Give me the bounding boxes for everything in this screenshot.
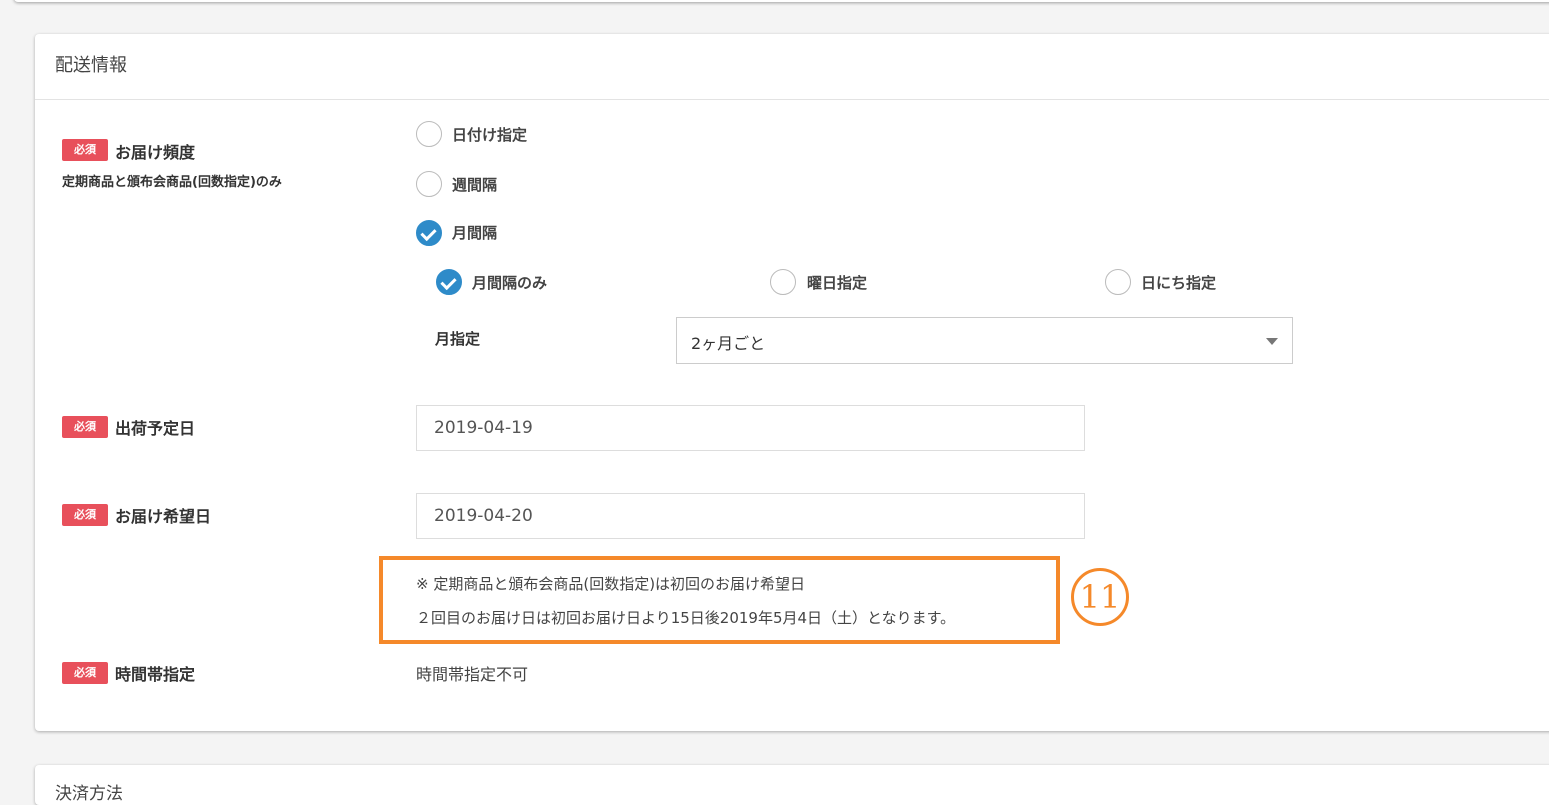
next-section-title: 決済方法	[55, 784, 123, 804]
section-title: 配送情報	[55, 55, 127, 76]
delivery-date-label: お届け希望日	[115, 507, 212, 526]
radio-label-weekly: 週間隔	[452, 176, 498, 194]
frequency-label: お届け頻度	[115, 143, 196, 162]
radio-day-of-month[interactable]	[1105, 269, 1131, 295]
ship-date-input[interactable]	[416, 405, 1085, 451]
radio-weekday[interactable]	[770, 269, 796, 295]
radio-label-day-of-month: 日にち指定	[1141, 274, 1217, 292]
required-badge: 必須	[62, 416, 108, 438]
frequency-note: 定期商品と頒布会商品(回数指定)のみ	[62, 175, 282, 190]
ship-date-label: 出荷予定日	[115, 419, 196, 438]
radio-date-specified[interactable]	[416, 121, 442, 147]
required-badge: 必須	[62, 662, 108, 684]
payment-section-card: 決済方法	[35, 765, 1549, 805]
required-badge: 必須	[62, 139, 108, 161]
annotation-marker: 11	[1071, 568, 1129, 626]
radio-monthly-only[interactable]	[436, 269, 462, 295]
delivery-date-input[interactable]	[416, 493, 1085, 539]
previous-section-card	[14, 0, 1549, 2]
radio-weekly[interactable]	[416, 171, 442, 197]
delivery-info-card: 配送情報 必須 お届け頻度 定期商品と頒布会商品(回数指定)のみ 日付け指定 週…	[35, 34, 1549, 731]
month-interval-value: 2ヶ月ごと	[691, 334, 766, 353]
month-interval-select[interactable]: 2ヶ月ごと	[676, 317, 1293, 364]
radio-label-monthly-only: 月間隔のみ	[472, 274, 548, 292]
required-badge: 必須	[62, 504, 108, 526]
notice-highlight-box: ※ 定期商品と頒布会商品(回数指定)は初回のお届け希望日 ２回目のお届け日は初回…	[379, 556, 1060, 644]
month-select-label: 月指定	[435, 330, 481, 348]
radio-monthly[interactable]	[416, 220, 442, 246]
radio-label-monthly: 月間隔	[452, 224, 498, 242]
time-slot-label: 時間帯指定	[115, 665, 196, 684]
chevron-down-icon	[1266, 338, 1278, 345]
notice-line-2: ２回目のお届け日は初回お届け日より15日後2019年5月4日（土）となります。	[416, 609, 956, 627]
radio-label-date-specified: 日付け指定	[452, 126, 528, 144]
card-header: 配送情報	[35, 34, 1549, 100]
radio-label-weekday: 曜日指定	[807, 274, 868, 292]
time-slot-value: 時間帯指定不可	[416, 665, 529, 684]
notice-line-1: ※ 定期商品と頒布会商品(回数指定)は初回のお届け希望日	[416, 575, 806, 593]
